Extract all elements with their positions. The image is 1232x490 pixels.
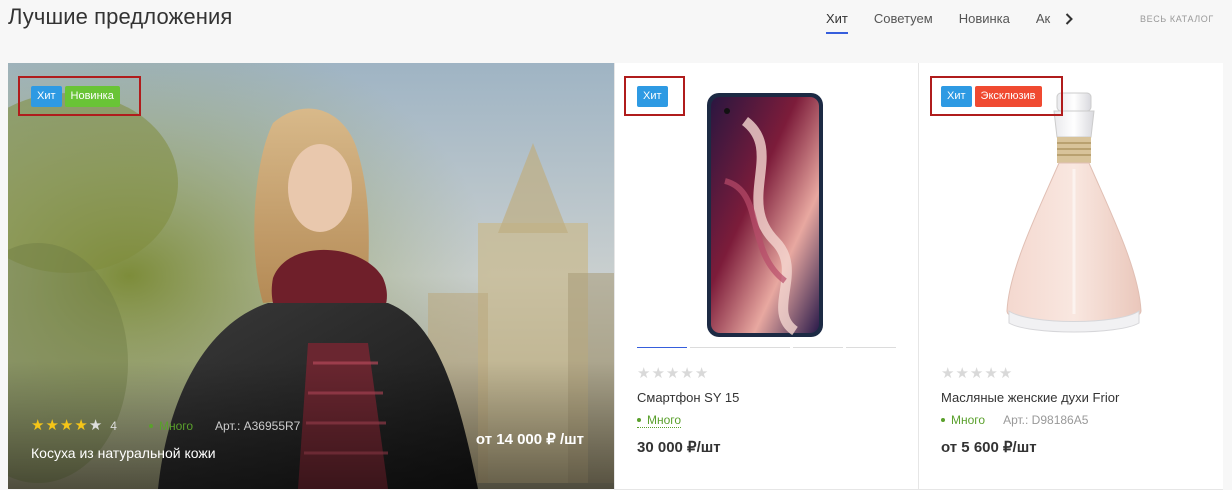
star-icon: ★ <box>969 365 984 382</box>
slider-segment[interactable] <box>846 347 896 348</box>
stock-label: Много <box>158 418 194 433</box>
slider-segment-active[interactable] <box>637 347 687 348</box>
product-card[interactable]: Хит Эксклюзив ★ ★ ★ ★ ★ Масляные женские… <box>918 63 1223 490</box>
product-price: от 14 000 ₽ /шт <box>475 431 584 448</box>
product-grid: Хит Новинка ★ ★ ★ ★ ★ 4 Много Арт.: A369… <box>8 63 1223 490</box>
star-icon: ★ <box>59 417 74 434</box>
star-icon: ★ <box>31 417 45 434</box>
tab-hit[interactable]: Хит <box>826 11 848 34</box>
stock-label: Много <box>647 413 682 427</box>
stock-status: Много <box>941 413 985 427</box>
tab-recommended[interactable]: Советуем <box>874 11 933 32</box>
star-icon: ★ <box>637 365 651 382</box>
star-icon: ★ <box>651 365 665 382</box>
star-icon: ★ <box>941 365 955 382</box>
rating-count: 4 <box>110 418 117 433</box>
star-icon: ★ <box>694 365 709 382</box>
product-card[interactable]: Хит ★ ★ ★ ★ ★ Смартфон SY 15 Много 30 00… <box>614 63 918 490</box>
slider-segment[interactable] <box>690 347 790 348</box>
hero-meta-row: ★ ★ ★ ★ ★ 4 Много Арт.: A36955R7 <box>31 418 300 433</box>
filter-tabs: Хит Советуем Новинка Ак <box>826 11 1076 34</box>
star-icon: ★ <box>665 365 680 382</box>
star-icon: ★ <box>955 365 969 382</box>
page-title: Лучшие предложения <box>8 4 233 29</box>
rating-stars: ★ ★ ★ ★ ★ <box>637 366 708 381</box>
stock-label: Много <box>951 413 986 427</box>
rating-stars: ★ ★ ★ ★ ★ <box>31 418 102 433</box>
hero-product-card[interactable]: Хит Новинка ★ ★ ★ ★ ★ 4 Много Арт.: A369… <box>8 63 614 489</box>
article-number: Арт.: A36955R7 <box>215 418 301 433</box>
product-name[interactable]: Косуха из натуральной кожи <box>31 445 216 461</box>
highlight-box <box>930 76 1063 116</box>
smartphone-image <box>707 93 823 337</box>
perfume-bottle-image <box>1006 92 1142 333</box>
tab-sale[interactable]: Ак <box>1036 11 1054 32</box>
all-catalog-link[interactable]: ВЕСЬ КАТАЛОГ <box>1140 14 1232 24</box>
product-name[interactable]: Масляные женские духи Frior <box>941 390 1119 405</box>
rating-stars: ★ ★ ★ ★ ★ <box>941 366 1012 381</box>
article-number: Арт.: D98186A5 <box>1003 413 1089 427</box>
highlight-box <box>624 76 685 116</box>
product-meta-row: Много Арт.: D98186A5 <box>941 413 1088 427</box>
slider-segment[interactable] <box>793 347 843 348</box>
stock-dot-icon <box>148 423 153 428</box>
product-price: 30 000 ₽/шт <box>637 439 721 456</box>
star-icon: ★ <box>45 417 59 434</box>
stock-status: Много <box>148 418 194 433</box>
chevron-right-icon[interactable] <box>1062 11 1076 27</box>
star-icon: ★ <box>998 365 1013 382</box>
image-slider-indicator <box>637 347 896 348</box>
highlight-box <box>18 76 141 116</box>
product-name[interactable]: Смартфон SY 15 <box>637 390 739 405</box>
product-price: от 5 600 ₽/шт <box>941 439 1037 456</box>
star-icon: ★ <box>984 365 998 382</box>
stock-dot-icon <box>637 418 641 422</box>
star-icon: ★ <box>74 417 88 434</box>
star-icon: ★ <box>88 417 103 434</box>
tab-new[interactable]: Новинка <box>959 11 1010 32</box>
stock-status: Много <box>637 413 682 428</box>
star-icon: ★ <box>680 365 694 382</box>
stock-dot-icon <box>941 418 945 422</box>
